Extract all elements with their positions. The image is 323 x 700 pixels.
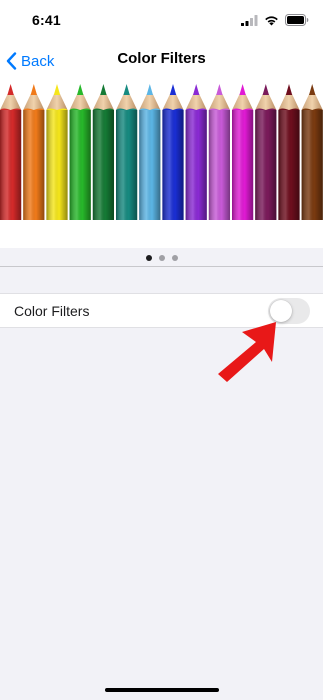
pencil [116, 84, 138, 220]
pencil [46, 84, 68, 220]
pencil [278, 84, 300, 220]
navigation-bar: Back Color Filters [0, 42, 323, 80]
pencil [0, 84, 22, 220]
page-dot-3[interactable] [171, 255, 178, 261]
status-icons [241, 14, 309, 26]
status-bar: 6:41 [0, 0, 323, 42]
battery-icon [285, 14, 309, 26]
color-pencils-carousel[interactable] [0, 80, 323, 261]
pencil [232, 84, 254, 220]
pencil [208, 84, 230, 220]
divider [0, 266, 323, 267]
pencil [69, 84, 91, 220]
pencil [139, 84, 161, 220]
red-arrow-annotation [218, 322, 276, 382]
pencil [92, 84, 114, 220]
home-indicator [105, 688, 219, 692]
wifi-icon [265, 15, 278, 25]
page-indicator[interactable] [0, 253, 323, 263]
color-pencils-image [0, 84, 323, 220]
pencil [255, 84, 277, 220]
page-dot-1[interactable] [145, 255, 152, 261]
status-time: 6:41 [32, 12, 61, 28]
color-filters-label: Color Filters [14, 303, 90, 319]
pencil [23, 84, 45, 220]
page-title: Color Filters [117, 50, 206, 67]
page-dot-2[interactable] [158, 255, 165, 261]
pencil [162, 84, 184, 220]
pencil [301, 84, 323, 220]
pencil [185, 84, 207, 220]
cellular-signal-icon [241, 14, 258, 26]
